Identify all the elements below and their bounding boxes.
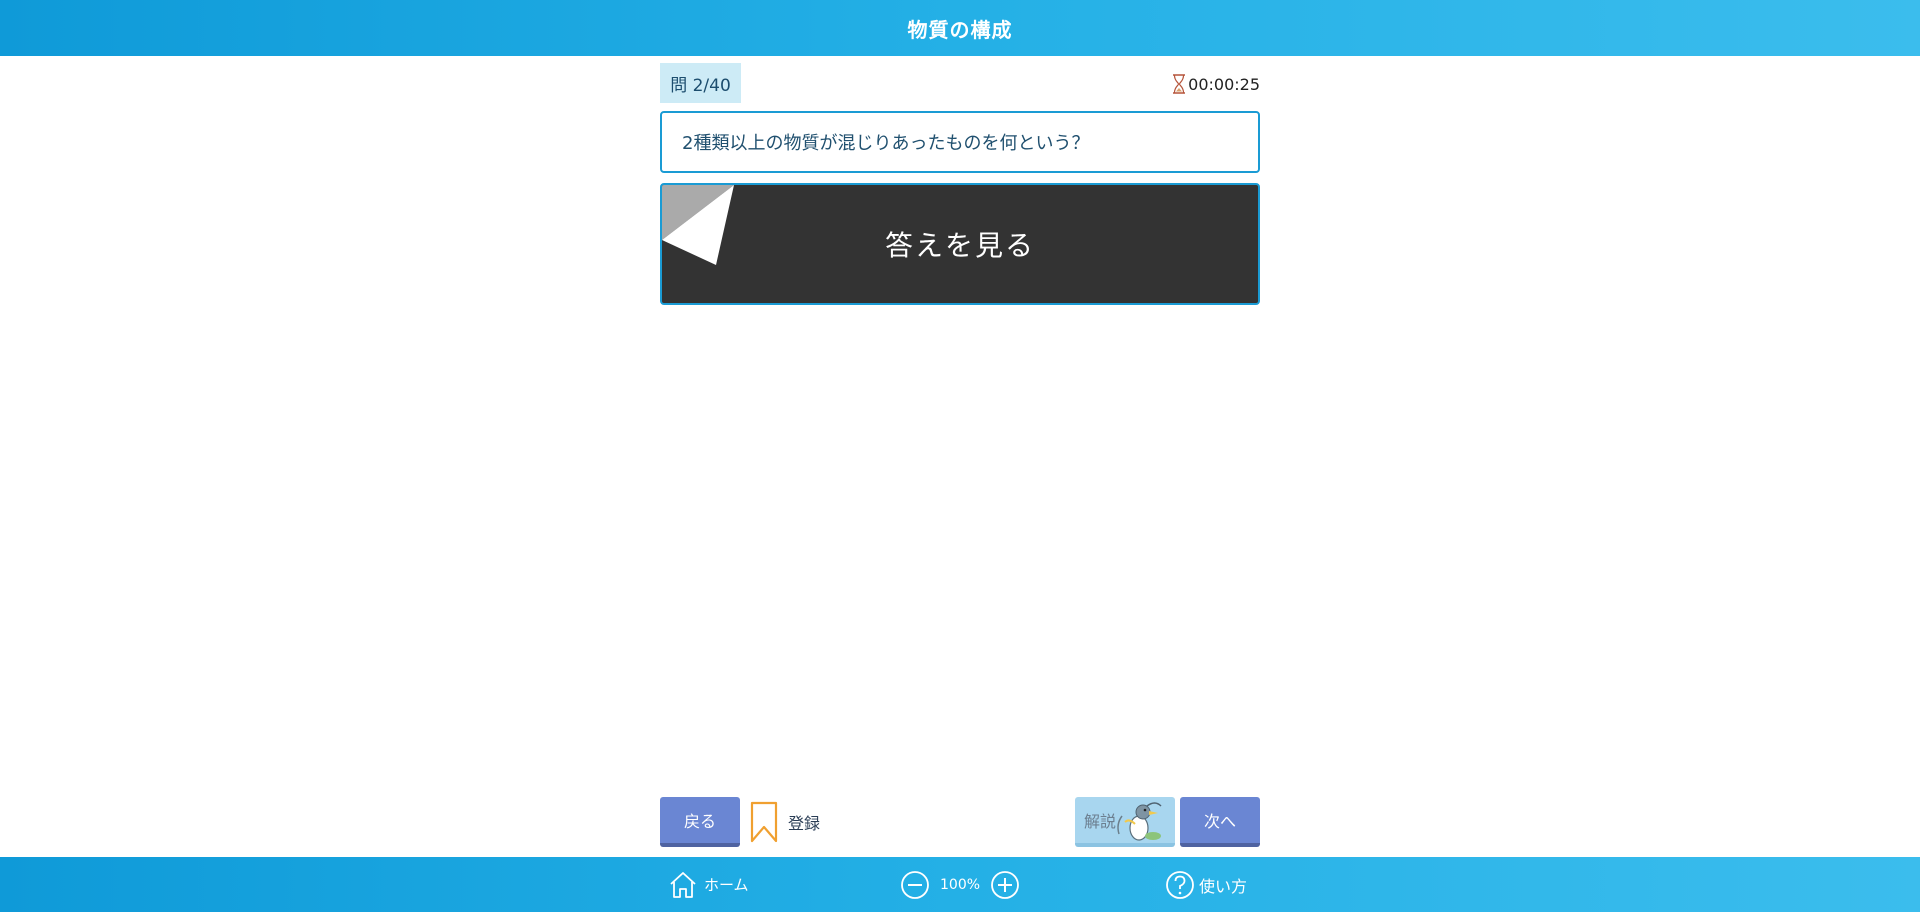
- explanation-button[interactable]: 解説: [1075, 797, 1175, 847]
- help-icon: [1166, 870, 1194, 899]
- bookmark-button[interactable]: 登録: [750, 801, 820, 843]
- back-button[interactable]: 戻る: [660, 797, 740, 847]
- timer-value: 00:00:25: [1188, 74, 1260, 94]
- help-label: 使い方: [1199, 876, 1248, 896]
- reveal-answer-label: 答えを見る: [884, 229, 1035, 262]
- home-label: ホーム: [704, 876, 749, 894]
- bird-mascot-icon: [1117, 802, 1162, 841]
- help-button[interactable]: 使い方: [1165, 857, 1247, 912]
- home-icon: [670, 871, 696, 898]
- question-text: 2種類以上の物質が混じりあったものを何という？: [660, 111, 1260, 173]
- hourglass-icon: [1173, 74, 1186, 94]
- zoom-out-icon[interactable]: [900, 870, 930, 900]
- action-row: 戻る 登録 解説 次へ: [660, 797, 1260, 847]
- bookmark-icon: [750, 801, 778, 843]
- question-number-badge: 問 2/40: [660, 63, 741, 103]
- home-button[interactable]: ホーム: [668, 857, 749, 912]
- zoom-level: 100%: [940, 876, 981, 893]
- zoom-in-icon[interactable]: [990, 870, 1020, 900]
- quiz-content: 問 2/40 00:00:25 2種類以上の物質が混じりあったものを何という？ …: [660, 56, 1260, 305]
- reveal-answer-button[interactable]: 答えを見る: [660, 183, 1260, 305]
- header-bar: 物質の構成: [0, 0, 1920, 56]
- quiz-meta-row: 問 2/40 00:00:25: [660, 56, 1260, 111]
- timer: 00:00:25: [1172, 72, 1260, 96]
- explanation-label: 解説: [1084, 812, 1117, 831]
- zoom-control: 100%: [900, 857, 1020, 912]
- bookmark-label: 登録: [788, 814, 821, 833]
- page-curl-icon: [662, 185, 734, 265]
- page-title: 物質の構成: [907, 17, 1013, 42]
- footer-bar: ホーム 100% 使い方: [0, 857, 1920, 912]
- next-button[interactable]: 次へ: [1180, 797, 1260, 847]
